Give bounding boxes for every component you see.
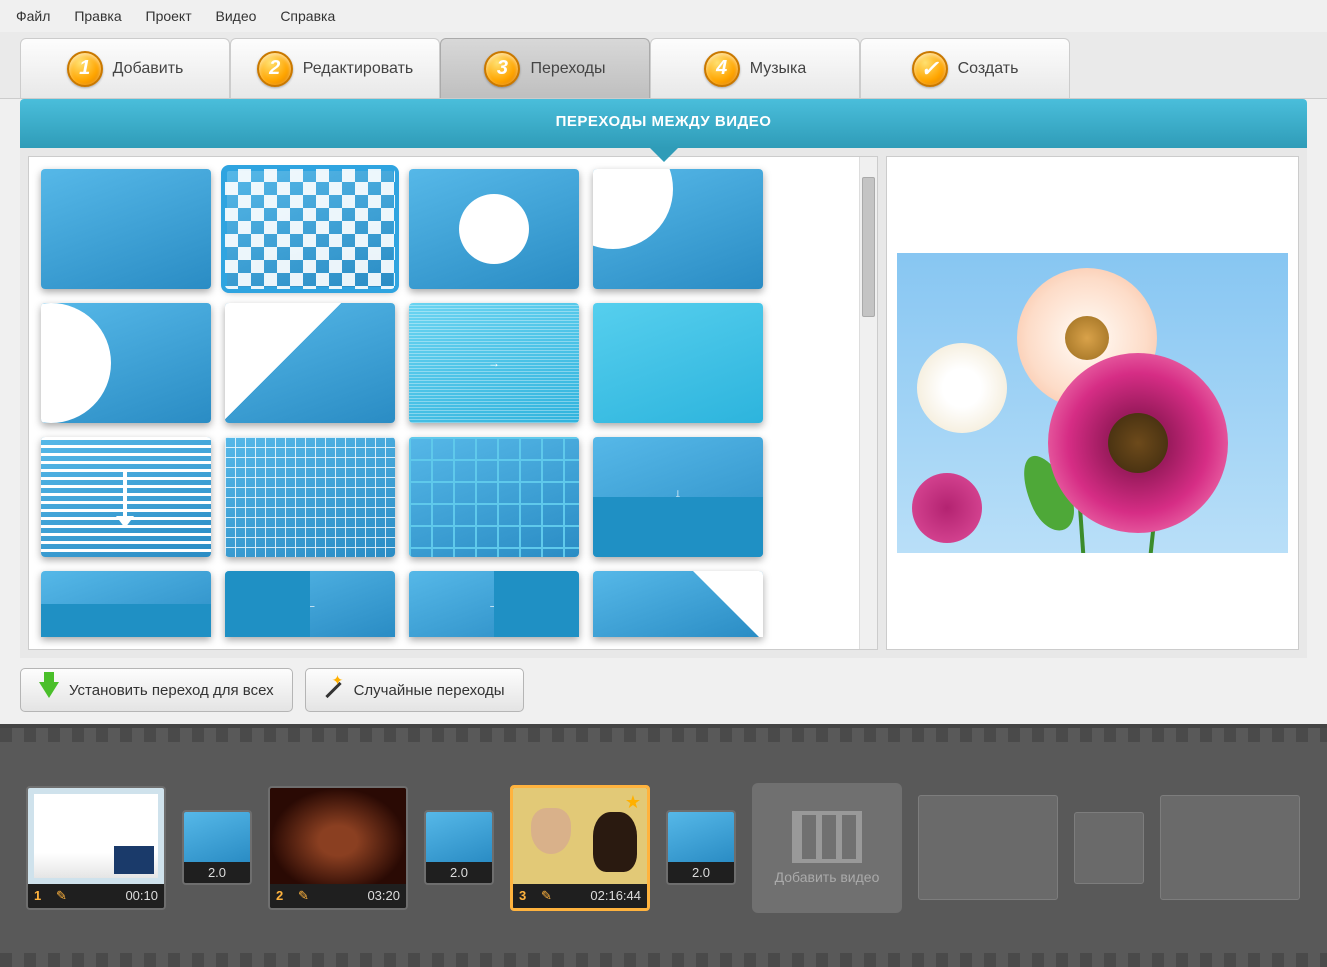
step-number-icon: 2 <box>257 51 293 87</box>
transition-thumb[interactable]: ✥ <box>409 169 579 289</box>
transition-duration: 2.0 <box>668 862 734 883</box>
step-label: Музыка <box>750 60 807 78</box>
menu-video[interactable]: Видео <box>206 4 267 28</box>
timeline-placeholder <box>918 795 1058 900</box>
transition-mini-thumb <box>184 812 250 862</box>
transition-thumb[interactable] <box>41 437 211 557</box>
transition-mini-thumb <box>426 812 492 862</box>
pencil-icon[interactable]: ✎ <box>541 888 552 904</box>
transition-thumb[interactable]: ✥ <box>41 303 211 423</box>
timeline: 1 ✎ 00:10 2.0 2 ✎ 03:20 2.0 ★ 3 ✎ 02:16:… <box>0 724 1327 967</box>
timeline-transition[interactable]: 2.0 <box>182 810 252 885</box>
set-transition-for-all-button[interactable]: Установить переход для всех <box>20 668 293 712</box>
transitions-gallery: ✥ ↗ ✥ ↗ → ↓ ← → ↶ <box>28 156 878 650</box>
transition-thumb[interactable]: ← <box>225 571 395 637</box>
transition-thumb[interactable] <box>41 571 211 637</box>
transition-thumb[interactable]: → <box>409 303 579 423</box>
arrow-down-icon <box>39 682 59 698</box>
step-label: Редактировать <box>303 60 414 78</box>
transition-thumb[interactable] <box>41 169 211 289</box>
clip-thumbnail <box>270 788 406 884</box>
clip-duration: 03:20 <box>367 888 400 903</box>
transition-mini-thumb <box>668 812 734 862</box>
step-number-icon: 1 <box>67 51 103 87</box>
step-number-icon: 4 <box>704 51 740 87</box>
button-label: Случайные переходы <box>354 682 505 699</box>
clip-info-bar: 2 ✎ 03:20 <box>270 884 406 908</box>
menu-bar: Файл Правка Проект Видео Справка <box>0 0 1327 32</box>
magic-wand-icon <box>324 680 344 700</box>
step-tab-music[interactable]: 4 Музыка <box>650 38 860 98</box>
preview-pane <box>886 156 1299 650</box>
step-label: Создать <box>958 60 1019 78</box>
main-content: ✥ ↗ ✥ ↗ → ↓ ← → ↶ <box>20 148 1307 658</box>
transition-duration: 2.0 <box>184 862 250 883</box>
step-tab-edit[interactable]: 2 Редактировать <box>230 38 440 98</box>
transition-thumb[interactable]: ↶ <box>593 571 763 637</box>
clip-info-bar: 3 ✎ 02:16:44 <box>513 884 647 908</box>
timeline-clip[interactable]: 2 ✎ 03:20 <box>268 786 408 910</box>
transition-thumb[interactable]: → <box>409 571 579 637</box>
pencil-icon[interactable]: ✎ <box>298 888 309 904</box>
clip-info-bar: 1 ✎ 00:10 <box>28 884 164 908</box>
menu-help[interactable]: Справка <box>270 4 345 28</box>
random-transitions-button[interactable]: Случайные переходы <box>305 668 524 712</box>
clip-thumbnail: ★ <box>513 788 647 884</box>
gallery-scrollbar[interactable] <box>859 157 877 649</box>
clip-duration: 00:10 <box>125 888 158 903</box>
timeline-placeholder <box>1160 795 1300 900</box>
section-header: ПЕРЕХОДЫ МЕЖДУ ВИДЕО <box>20 99 1307 148</box>
step-tab-create[interactable]: ✓ Создать <box>860 38 1070 98</box>
clip-index: 1 <box>34 888 48 903</box>
step-tab-transitions[interactable]: 3 Переходы <box>440 38 650 98</box>
step-label: Переходы <box>530 60 605 78</box>
timeline-transition[interactable]: 2.0 <box>666 810 736 885</box>
transition-thumb[interactable] <box>225 169 395 289</box>
transition-thumb[interactable]: ↓ <box>593 437 763 557</box>
step-number-icon: 3 <box>484 51 520 87</box>
step-tabs: 1 Добавить 2 Редактировать 3 Переходы 4 … <box>0 32 1327 99</box>
scrollbar-thumb[interactable] <box>862 177 875 317</box>
step-check-icon: ✓ <box>912 51 948 87</box>
transition-thumb[interactable] <box>593 303 763 423</box>
timeline-transition[interactable]: 2.0 <box>424 810 494 885</box>
menu-file[interactable]: Файл <box>6 4 60 28</box>
film-icon <box>792 811 862 863</box>
transition-thumb[interactable]: ↗ <box>225 303 395 423</box>
clip-index: 2 <box>276 888 290 903</box>
menu-project[interactable]: Проект <box>136 4 202 28</box>
step-tab-add[interactable]: 1 Добавить <box>20 38 230 98</box>
timeline-placeholder-mini <box>1074 812 1144 884</box>
star-icon: ★ <box>625 792 641 813</box>
pencil-icon[interactable]: ✎ <box>56 888 67 904</box>
step-label: Добавить <box>113 60 184 78</box>
transition-duration: 2.0 <box>426 862 492 883</box>
clip-index: 3 <box>519 888 533 903</box>
button-label: Установить переход для всех <box>69 682 274 699</box>
transition-thumb[interactable] <box>409 437 579 557</box>
transition-thumb[interactable]: ↗ <box>593 169 763 289</box>
add-video-button[interactable]: Добавить видео <box>752 783 902 913</box>
timeline-clip[interactable]: ★ 3 ✎ 02:16:44 <box>510 785 650 911</box>
clip-thumbnail <box>28 788 164 884</box>
timeline-clip[interactable]: 1 ✎ 00:10 <box>26 786 166 910</box>
add-video-label: Добавить видео <box>775 869 880 885</box>
menu-edit[interactable]: Правка <box>64 4 131 28</box>
action-row: Установить переход для всех Случайные пе… <box>20 668 1307 712</box>
clip-duration: 02:16:44 <box>590 888 641 903</box>
transition-thumb[interactable] <box>225 437 395 557</box>
preview-image <box>897 253 1287 553</box>
